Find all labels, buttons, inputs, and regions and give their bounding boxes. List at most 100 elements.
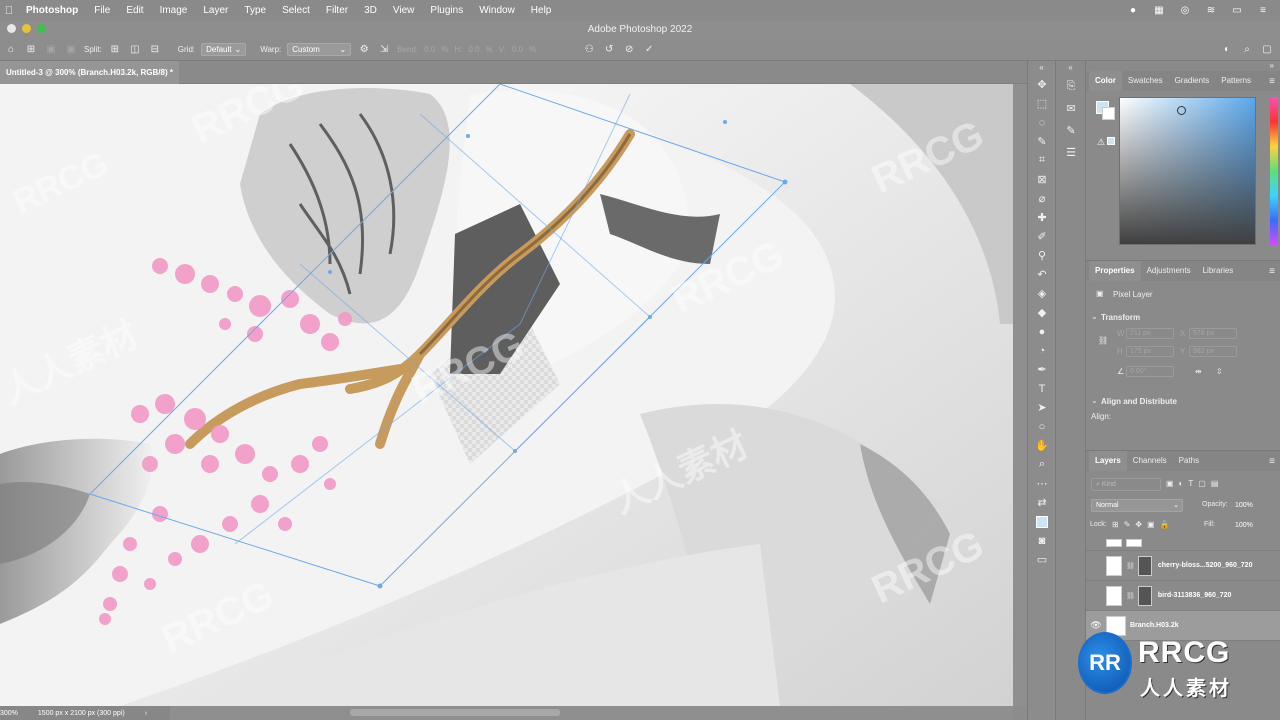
menu-filter[interactable]: Filter: [318, 5, 356, 16]
workspace-icon[interactable]: ▢: [1260, 42, 1274, 56]
search-icon[interactable]: ⌕: [1240, 42, 1254, 56]
layer-row[interactable]: ⛓ cherry-bloss...5200_960_720: [1086, 551, 1280, 581]
zoom-window-button[interactable]: [37, 24, 46, 33]
menu-image[interactable]: Image: [152, 5, 196, 16]
adjustments-panel-icon[interactable]: ☰: [1056, 141, 1086, 163]
quick-select-tool-icon[interactable]: ✎: [1028, 132, 1056, 151]
y-field[interactable]: 982 px: [1189, 346, 1237, 357]
transform-section-label[interactable]: Transform: [1101, 313, 1140, 322]
menu-3d[interactable]: 3D: [356, 5, 385, 16]
split-horizontal-icon[interactable]: ⊟: [148, 42, 162, 56]
web-safe-color-icon[interactable]: [1107, 137, 1115, 145]
flip-vertical-icon[interactable]: ⇳: [1216, 367, 1223, 376]
more-tools-icon[interactable]: ⋯: [1028, 474, 1056, 493]
horizontal-scrollbar[interactable]: [170, 706, 1013, 720]
align-distribute-label[interactable]: Align and Distribute: [1101, 397, 1177, 406]
warp-select[interactable]: Custom ⌄: [287, 42, 352, 56]
tab-layers[interactable]: Layers: [1089, 451, 1127, 471]
fill-field[interactable]: 100%: [1235, 519, 1253, 532]
menu-layer[interactable]: Layer: [195, 5, 236, 16]
menu-select[interactable]: Select: [274, 5, 318, 16]
history-brush-tool-icon[interactable]: ↶: [1028, 265, 1056, 284]
move-tool-icon[interactable]: ✥: [1028, 75, 1056, 94]
control-center-icon[interactable]: ≡: [1256, 5, 1270, 17]
tab-channels[interactable]: Channels: [1127, 451, 1173, 471]
color-picker-cursor[interactable]: [1177, 106, 1186, 115]
menu-edit[interactable]: Edit: [118, 5, 151, 16]
pen-tool-icon[interactable]: ✒: [1028, 360, 1056, 379]
x-field[interactable]: 578 px: [1189, 328, 1237, 339]
v-distortion-value[interactable]: 0.0: [512, 45, 523, 54]
minimize-window-button[interactable]: [22, 24, 31, 33]
undo-warp-icon[interactable]: ↺: [602, 42, 616, 56]
background-color-swatch[interactable]: [1102, 107, 1115, 120]
tab-color[interactable]: Color: [1089, 71, 1122, 91]
tab-libraries[interactable]: Libraries: [1197, 261, 1240, 281]
brush-tool-icon[interactable]: ✐: [1028, 227, 1056, 246]
document-tab[interactable]: Untitled-3 @ 300% (Branch.H03.2k, RGB/8)…: [0, 61, 179, 84]
panel-menu-icon[interactable]: ≡: [1269, 456, 1280, 467]
collapse-toolbar-icon[interactable]: «: [1028, 61, 1055, 75]
crop-tool-icon[interactable]: ⌗: [1028, 151, 1056, 170]
tab-swatches[interactable]: Swatches: [1122, 71, 1169, 91]
chevron-down-icon[interactable]: ⌄: [1091, 312, 1098, 321]
height-field[interactable]: 175 px: [1126, 346, 1174, 357]
panel-menu-icon[interactable]: ≡: [1269, 266, 1280, 277]
paint-bucket-tool-icon[interactable]: ◆: [1028, 303, 1056, 322]
angle-field[interactable]: 0.00°: [1126, 366, 1174, 377]
battery-icon[interactable]: ▭: [1230, 5, 1244, 17]
layer-name[interactable]: bird-3113836_960_720: [1158, 592, 1232, 599]
quick-mask-icon[interactable]: ◙: [1028, 531, 1056, 550]
tab-paths[interactable]: Paths: [1173, 451, 1205, 471]
history-panel-icon[interactable]: ⎘: [1056, 75, 1086, 97]
tab-adjustments[interactable]: Adjustments: [1141, 261, 1197, 281]
document-info[interactable]: 1500 px x 2100 px (300 ppi): [38, 710, 125, 717]
chevron-down-icon[interactable]: ⌄: [1091, 396, 1098, 405]
opacity-field[interactable]: 100%: [1235, 499, 1259, 512]
color-swatches-icon[interactable]: [1028, 512, 1056, 531]
layer-name[interactable]: Branch.H03.2k: [1130, 622, 1179, 629]
ellipse-tool-icon[interactable]: ○: [1028, 417, 1056, 436]
apple-icon[interactable]: : [0, 5, 18, 17]
gear-icon[interactable]: ⚙: [357, 42, 371, 56]
path-selection-tool-icon[interactable]: ➤: [1028, 398, 1056, 417]
canvas-area[interactable]: RRCG RRCG RRCG RRCG RRCG RRCG RRCG 人人素材 …: [0, 84, 1013, 706]
collapse-dock-icon[interactable]: «: [1056, 61, 1085, 75]
zoom-level[interactable]: 300%: [0, 710, 18, 717]
transform-reference-icon[interactable]: ⊞: [24, 42, 38, 56]
width-field[interactable]: 211 px: [1126, 328, 1174, 339]
layer-name[interactable]: cherry-bloss...5200_960_720: [1158, 562, 1253, 569]
home-icon[interactable]: ⌂: [4, 42, 18, 56]
tab-patterns[interactable]: Patterns: [1215, 71, 1257, 91]
layer-filter-icons[interactable]: ▣◐T▢▤: [1166, 479, 1223, 488]
menu-photoshop[interactable]: Photoshop: [18, 5, 86, 16]
menu-help[interactable]: Help: [523, 5, 560, 16]
blur-tool-icon[interactable]: ●: [1028, 322, 1056, 341]
color-field[interactable]: [1119, 97, 1256, 245]
wifi-icon[interactable]: ≋: [1204, 5, 1218, 17]
menu-plugins[interactable]: Plugins: [422, 5, 471, 16]
lasso-tool-icon[interactable]: ◌: [1028, 113, 1056, 132]
split-cross-icon[interactable]: ⊞: [108, 42, 122, 56]
tab-properties[interactable]: Properties: [1089, 261, 1141, 281]
gamut-warning-icon[interactable]: ⚠: [1097, 137, 1105, 148]
flip-horizontal-icon[interactable]: ⇹: [1195, 367, 1202, 376]
layer-filter-select[interactable]: ⌕ Kind: [1091, 478, 1161, 491]
warp-orientation-icon[interactable]: ⇲: [377, 42, 391, 56]
close-window-button[interactable]: [7, 24, 16, 33]
menu-type[interactable]: Type: [236, 5, 274, 16]
dodge-tool-icon[interactable]: ◔: [1028, 341, 1056, 360]
lock-icons[interactable]: ⊞✎✥▣🔒: [1112, 520, 1175, 529]
tab-gradients[interactable]: Gradients: [1169, 71, 1216, 91]
healing-brush-tool-icon[interactable]: ✚: [1028, 208, 1056, 227]
h-distortion-value[interactable]: 0.0: [468, 45, 479, 54]
reference-point-icon[interactable]: ▣: [44, 42, 58, 56]
comments-panel-icon[interactable]: ✉: [1056, 97, 1086, 119]
split-vertical-icon[interactable]: ◫: [128, 42, 142, 56]
default-colors-icon[interactable]: ⇄: [1028, 493, 1056, 512]
layer-row[interactable]: [1086, 535, 1280, 551]
eraser-tool-icon[interactable]: ◈: [1028, 284, 1056, 303]
menu-file[interactable]: File: [86, 5, 118, 16]
hand-tool-icon[interactable]: ✋: [1028, 436, 1056, 455]
keyboard-icon[interactable]: ▦: [1152, 5, 1166, 17]
